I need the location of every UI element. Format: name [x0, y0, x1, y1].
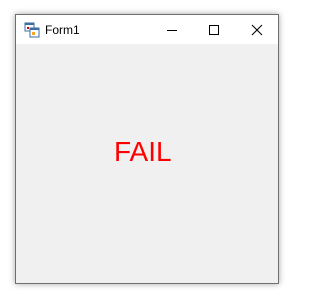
maximize-icon	[209, 24, 219, 35]
title-bar[interactable]: Form1	[16, 15, 278, 44]
form-window: Form1 FAIL	[15, 14, 279, 284]
fail-label: FAIL	[114, 136, 172, 167]
maximize-button[interactable]	[194, 15, 234, 44]
minimize-icon	[167, 29, 177, 31]
close-icon	[251, 24, 263, 35]
minimize-button[interactable]	[152, 15, 192, 44]
window-title: Form1	[45, 23, 80, 37]
close-button[interactable]	[237, 15, 277, 44]
form-app-icon[interactable]	[24, 22, 40, 38]
form-client-area: FAIL	[16, 44, 278, 283]
